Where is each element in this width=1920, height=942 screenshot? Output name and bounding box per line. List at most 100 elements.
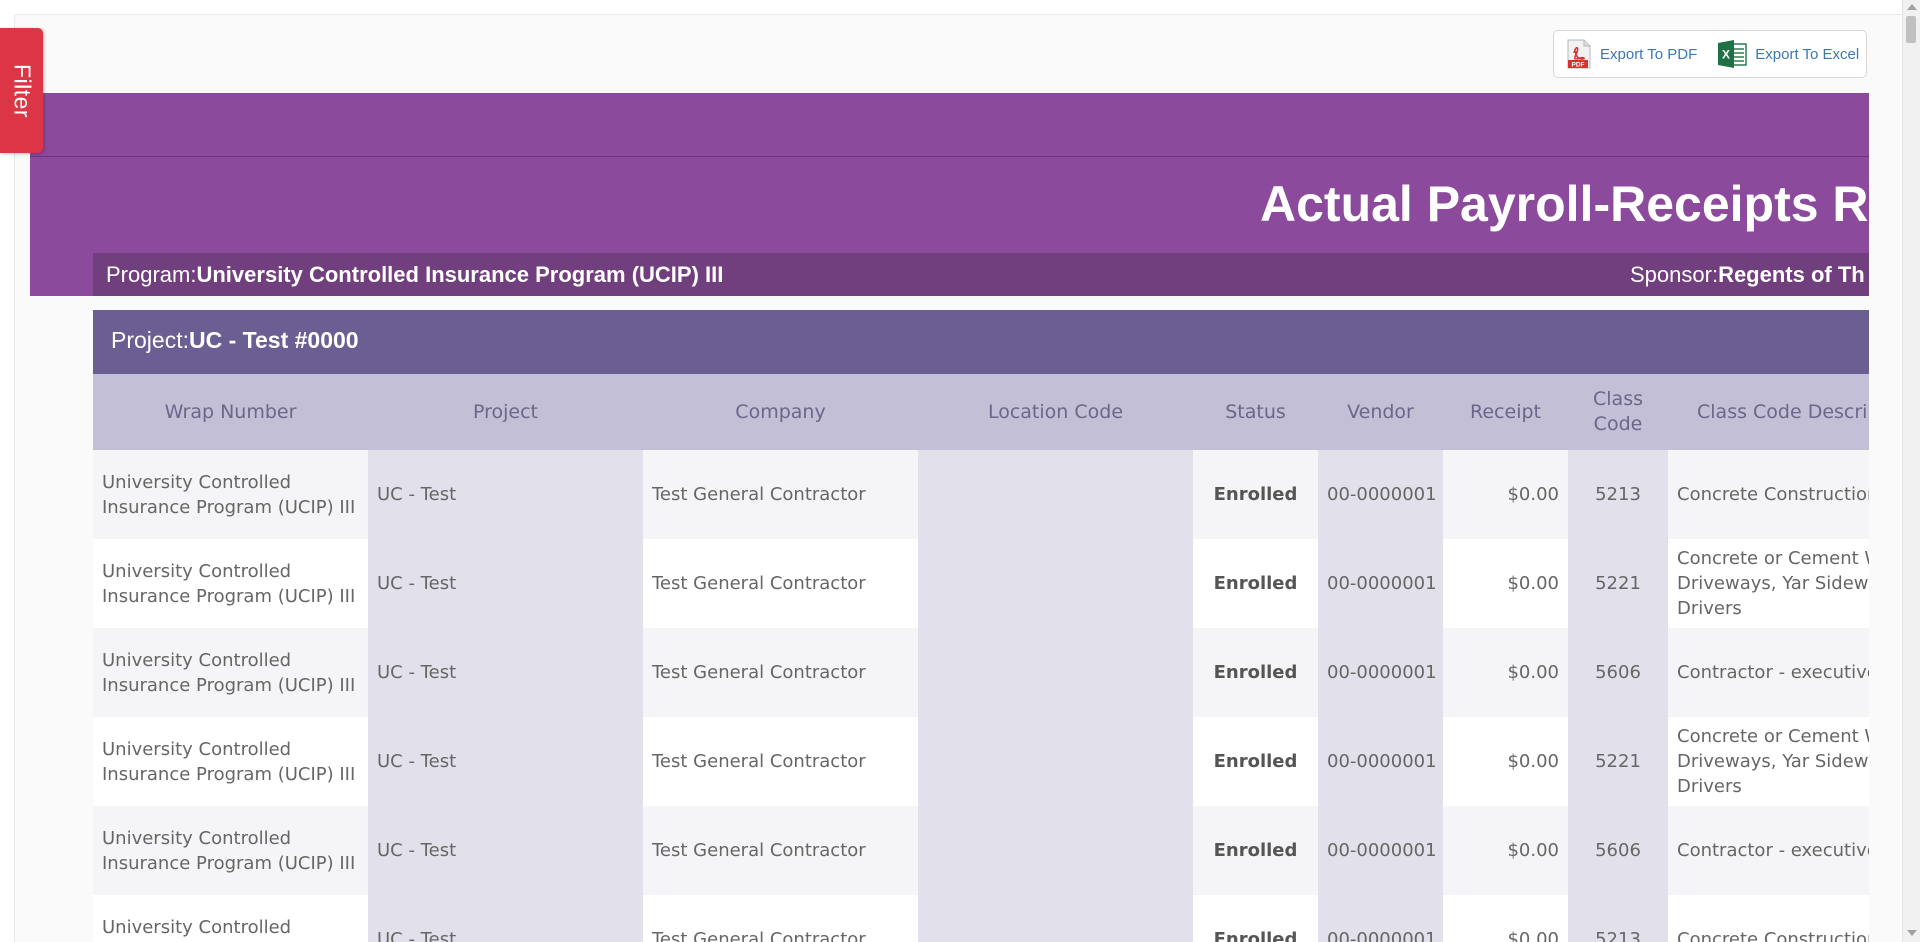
col-header-status: Status [1193, 374, 1318, 450]
cell-company: Test General Contractor [643, 717, 918, 806]
program-info: Program:University Controlled Insurance … [106, 262, 723, 288]
table-row: University Controlled Insurance Program … [93, 539, 1869, 628]
cell-company: Test General Contractor [643, 628, 918, 717]
sponsor-label: Sponsor: [1630, 262, 1719, 287]
cell-class-code: 5606 [1568, 628, 1668, 717]
col-header-class-code-description: Class Code Descrip [1668, 374, 1869, 450]
table-row: University Controlled Insurance Program … [93, 450, 1869, 539]
cell-vendor: 00-0000001 [1318, 895, 1443, 942]
cell-class-code: 5221 [1568, 539, 1668, 628]
filter-tab-button[interactable]: Filter [0, 28, 43, 153]
cell-project: UC - Test [368, 717, 643, 806]
col-header-project: Project [368, 374, 643, 450]
cell-company: Test General Contractor [643, 895, 918, 942]
header-divider [30, 156, 1869, 157]
col-header-company: Company [643, 374, 918, 450]
cell-receipt: $0.00 [1443, 717, 1568, 806]
project-header: Project:UC - Test #0000 [93, 310, 1869, 374]
sponsor-info: Sponsor:Regents of Th [1630, 262, 1865, 288]
report-header: Actual Payroll-Receipts Re Program:Unive… [30, 93, 1869, 296]
cell-wrap-number: University Controlled Insurance Program … [93, 628, 368, 717]
cell-class-code-description: Concrete Construction & Drivers [1668, 895, 1869, 942]
cell-receipt: $0.00 [1443, 450, 1568, 539]
cell-class-code-description: Contractor - executive supervisor [1668, 806, 1869, 895]
program-bar: Program:University Controlled Insurance … [93, 253, 1869, 296]
export-pdf-label: Export To PDF [1600, 45, 1698, 63]
report-table-container: Wrap Number Project Company Location Cod… [93, 374, 1869, 942]
excel-file-icon: X [1717, 39, 1747, 69]
cell-class-code: 5221 [1568, 717, 1668, 806]
cell-class-code-description: Contractor - executive supervisor [1668, 628, 1869, 717]
col-header-location-code: Location Code [918, 374, 1193, 450]
cell-location-code [918, 806, 1193, 895]
program-value: University Controlled Insurance Program … [196, 262, 724, 287]
cell-project: UC - Test [368, 806, 643, 895]
cell-class-code-description: Concrete Construction & Drivers [1668, 450, 1869, 539]
col-header-wrap-number: Wrap Number [93, 374, 368, 450]
scroll-up-arrow-icon[interactable] [1907, 4, 1917, 10]
cell-project: UC - Test [368, 539, 643, 628]
cell-vendor: 00-0000001 [1318, 717, 1443, 806]
cell-project: UC - Test [368, 895, 643, 942]
cell-wrap-number: University Controlled Insurance Program … [93, 717, 368, 806]
col-header-receipt: Receipt [1443, 374, 1568, 450]
cell-class-code-description: Concrete or Cement W Floors, Driveways, … [1668, 717, 1869, 806]
col-header-vendor: Vendor [1318, 374, 1443, 450]
cell-location-code [918, 450, 1193, 539]
col-header-class-code: Class Code [1568, 374, 1668, 450]
cell-receipt: $0.00 [1443, 628, 1568, 717]
cell-status: Enrolled [1193, 717, 1318, 806]
project-info: Project:UC - Test #0000 [111, 327, 359, 354]
cell-project: UC - Test [368, 628, 643, 717]
export-excel-label: Export To Excel [1755, 45, 1860, 63]
sponsor-value: Regents of Th [1718, 262, 1865, 287]
cell-status: Enrolled [1193, 539, 1318, 628]
export-excel-button[interactable]: X Export To Excel [1705, 31, 1867, 77]
program-label: Program: [106, 262, 197, 287]
cell-vendor: 00-0000001 [1318, 628, 1443, 717]
cell-class-code: 5606 [1568, 806, 1668, 895]
cell-project: UC - Test [368, 450, 643, 539]
cell-vendor: 00-0000001 [1318, 450, 1443, 539]
cell-wrap-number: University Controlled Insurance Program … [93, 539, 368, 628]
cell-wrap-number: University Controlled Insurance Program … [93, 895, 368, 942]
cell-receipt: $0.00 [1443, 895, 1568, 942]
project-label: Project: [111, 327, 189, 353]
cell-location-code [918, 628, 1193, 717]
scroll-down-arrow-icon[interactable] [1907, 930, 1917, 936]
cell-class-code: 5213 [1568, 450, 1668, 539]
cell-location-code [918, 895, 1193, 942]
table-row: University Controlled Insurance Program … [93, 895, 1869, 942]
cell-status: Enrolled [1193, 628, 1318, 717]
cell-status: Enrolled [1193, 806, 1318, 895]
svg-text:PDF: PDF [1572, 62, 1585, 69]
scrollbar-thumb[interactable] [1906, 16, 1916, 43]
cell-company: Test General Contractor [643, 806, 918, 895]
cell-location-code [918, 717, 1193, 806]
cell-status: Enrolled [1193, 895, 1318, 942]
project-value: UC - Test #0000 [188, 327, 359, 353]
report-table: Wrap Number Project Company Location Cod… [93, 374, 1869, 942]
cell-receipt: $0.00 [1443, 539, 1568, 628]
cell-receipt: $0.00 [1443, 806, 1568, 895]
table-row: University Controlled Insurance Program … [93, 806, 1869, 895]
page: Filter PDF Export To PDF X Export To Exc… [0, 0, 1920, 942]
cell-company: Test General Contractor [643, 450, 918, 539]
cell-status: Enrolled [1193, 450, 1318, 539]
table-header-row: Wrap Number Project Company Location Cod… [93, 374, 1869, 450]
cell-vendor: 00-0000001 [1318, 806, 1443, 895]
export-toolbar: PDF Export To PDF X Export To Excel [1553, 30, 1867, 78]
cell-location-code [918, 539, 1193, 628]
table-row: University Controlled Insurance Program … [93, 628, 1869, 717]
cell-class-code: 5213 [1568, 895, 1668, 942]
cell-vendor: 00-0000001 [1318, 539, 1443, 628]
cell-wrap-number: University Controlled Insurance Program … [93, 450, 368, 539]
vertical-scrollbar[interactable] [1902, 0, 1920, 942]
cell-wrap-number: University Controlled Insurance Program … [93, 806, 368, 895]
export-pdf-button[interactable]: PDF Export To PDF [1554, 31, 1705, 77]
filter-tab-label: Filter [9, 63, 35, 118]
svg-text:X: X [1722, 48, 1730, 62]
cell-company: Test General Contractor [643, 539, 918, 628]
pdf-file-icon: PDF [1566, 39, 1592, 69]
table-row: University Controlled Insurance Program … [93, 717, 1869, 806]
